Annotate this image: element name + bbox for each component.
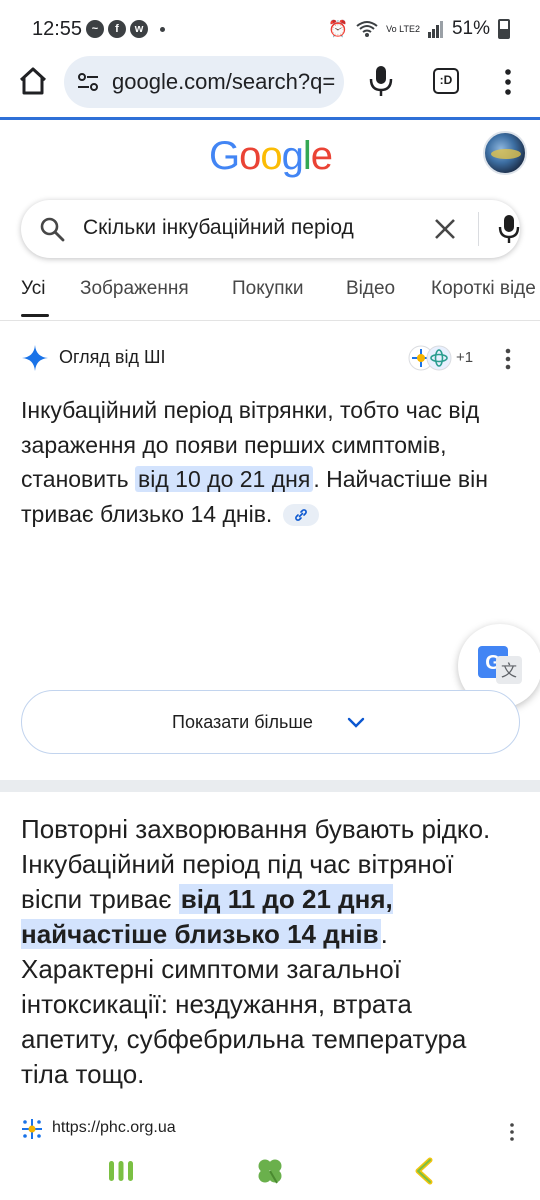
ai-overview-title: Огляд від ШІ [59, 347, 166, 367]
link-icon [294, 509, 307, 522]
lte-indicator: Vo LTE2 [386, 23, 420, 34]
phc-favicon-icon [22, 1119, 42, 1139]
google-logo[interactable]: Google [209, 134, 333, 179]
facebook-icon: f [108, 20, 126, 38]
account-avatar[interactable] [483, 131, 527, 175]
gemini-sparkle-icon [22, 345, 48, 371]
more-notifications-dot [160, 26, 165, 32]
messenger-icon: ~ [86, 20, 104, 38]
ai-overview-text: Інкубаційний період вітрянки, тобто час … [21, 397, 488, 527]
search-box[interactable]: Скільки інкубаційний період [21, 200, 520, 258]
address-bar[interactable]: google.com/search?q= [64, 56, 344, 108]
svg-text:文: 文 [501, 661, 517, 680]
chevron-down-icon [347, 717, 365, 728]
tab-shopping[interactable]: Покупки [232, 278, 303, 300]
alarm-icon: ⏰ [328, 21, 349, 38]
search-divider [478, 212, 479, 246]
url-text: google.com/search?q= [112, 69, 336, 94]
search-icon [40, 217, 65, 242]
clear-icon[interactable] [431, 215, 459, 243]
page-load-divider [0, 117, 540, 120]
snippet-source[interactable]: https://phc.org.ua [21, 1116, 521, 1144]
whatsapp-icon: w [130, 20, 148, 38]
source-url[interactable]: https://phc.org.ua [52, 1119, 176, 1137]
tab-switcher-button[interactable]: :D [433, 68, 459, 94]
show-more-button[interactable]: Показати більше [21, 690, 520, 754]
voice-search-icon[interactable] [366, 64, 396, 98]
status-time: 12:55 [32, 18, 83, 40]
wifi-icon [356, 21, 378, 37]
ai-highlight: від 10 до 21 дня [135, 466, 314, 492]
back-icon[interactable] [410, 1156, 440, 1186]
ai-overview-menu-icon[interactable] [501, 346, 515, 372]
ai-overview-header: Огляд від ШІ +1 [21, 340, 521, 376]
citation-link-chip[interactable] [282, 504, 319, 527]
battery-percent: 51% [451, 18, 490, 39]
tab-short-videos[interactable]: Короткі віде [431, 278, 536, 300]
section-divider [0, 780, 540, 792]
show-more-label: Показати більше [172, 712, 313, 732]
home-icon[interactable] [16, 64, 50, 98]
recent-apps-icon[interactable] [106, 1156, 136, 1186]
active-tab-indicator [21, 314, 49, 317]
site-settings-icon[interactable] [76, 70, 100, 94]
signal-icon [427, 21, 443, 38]
battery-icon [498, 19, 510, 39]
status-bar: 12:55 ~ f w ⏰ Vo LTE2 51% [0, 0, 540, 60]
source-menu-icon[interactable] [507, 1122, 517, 1142]
featured-snippet-text: Повторні захворювання бувають рідко. Інк… [21, 814, 491, 1089]
tab-images[interactable]: Зображення [80, 278, 189, 300]
source-favicons[interactable] [407, 342, 453, 374]
tab-all[interactable]: Усі [21, 278, 46, 300]
notification-icons: ~ f w [86, 20, 165, 38]
tabs-divider [0, 320, 540, 321]
more-options-icon[interactable] [500, 68, 516, 96]
system-navigation-bar [0, 1148, 540, 1200]
system-status: ⏰ Vo LTE2 51% [328, 18, 510, 40]
more-sources-count[interactable]: +1 [456, 349, 473, 366]
mic-icon[interactable] [497, 214, 521, 244]
home-nav-icon[interactable] [255, 1156, 285, 1186]
browser-toolbar: google.com/search?q= :D [0, 54, 540, 118]
search-input[interactable]: Скільки інкубаційний період [83, 216, 403, 240]
tab-videos[interactable]: Відео [346, 278, 395, 300]
search-tabs: Усі Зображення Покупки Відео Короткі від… [0, 276, 540, 320]
